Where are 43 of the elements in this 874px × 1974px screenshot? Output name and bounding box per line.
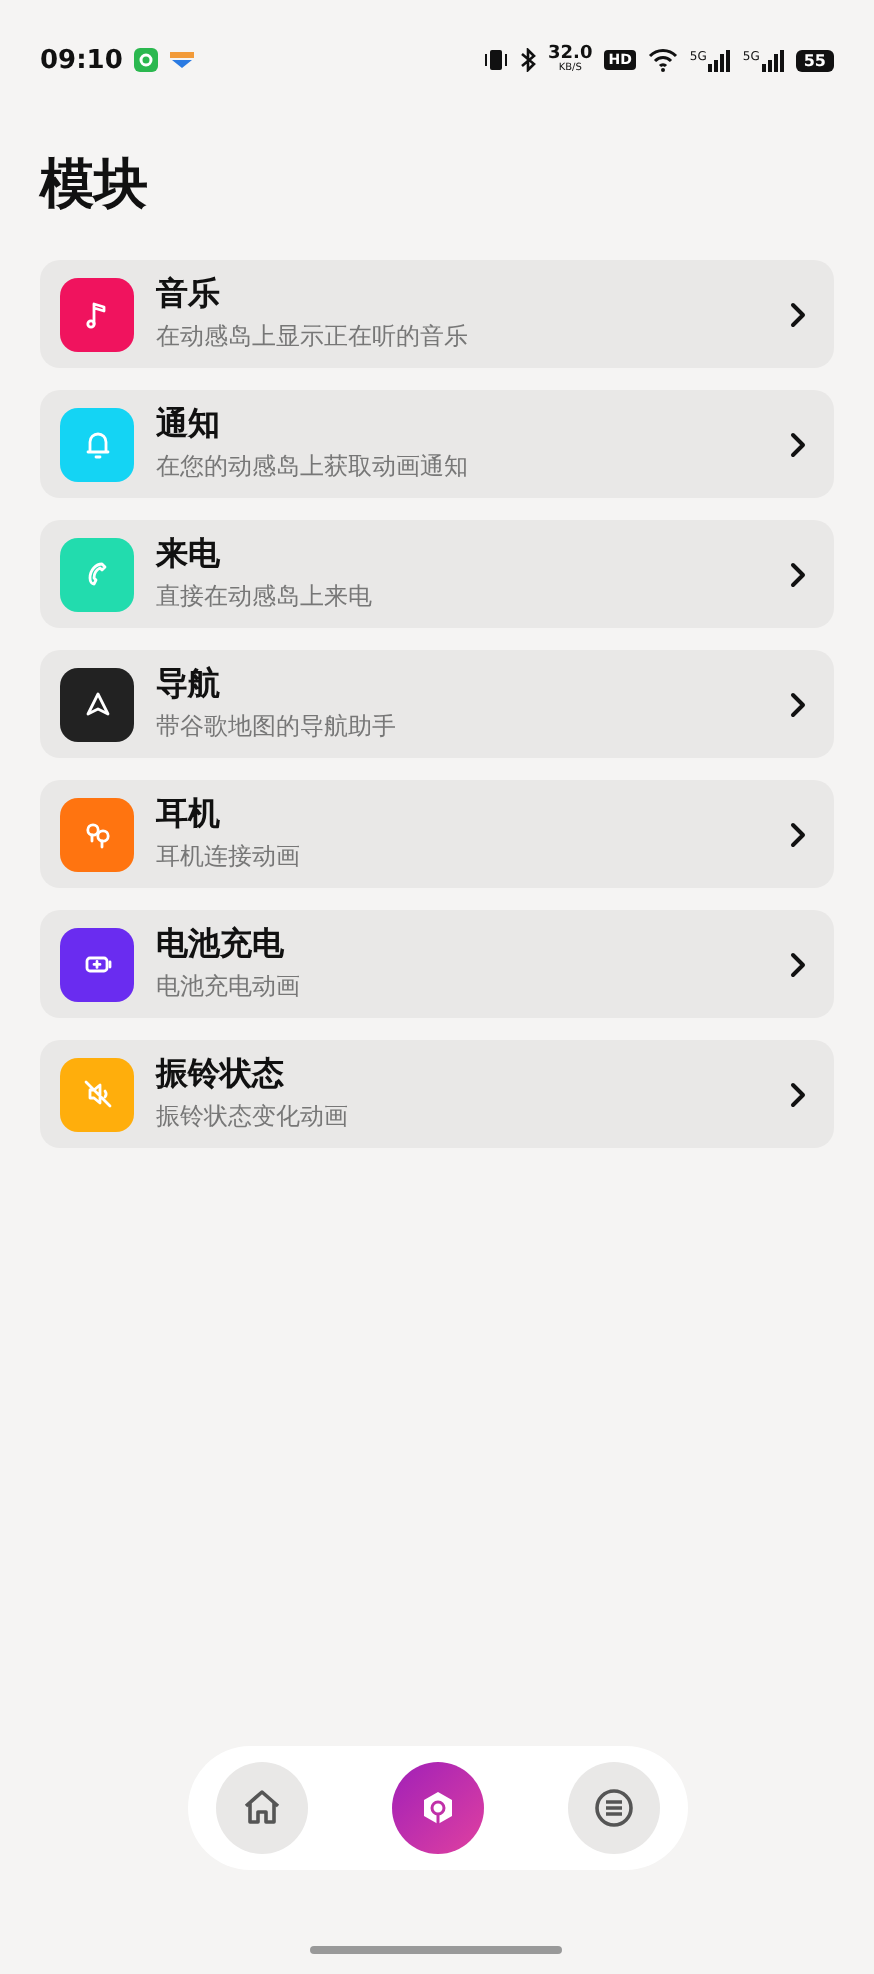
chevron-right-icon bbox=[790, 951, 806, 977]
network-speed: 32.0 bbox=[548, 46, 593, 64]
module-card[interactable]: 振铃状态 振铃状态变化动画 bbox=[40, 1040, 834, 1148]
module-description: 振铃状态变化动画 bbox=[156, 1100, 350, 1134]
clock: 09:10 bbox=[40, 45, 123, 75]
module-title: 音乐 bbox=[156, 274, 222, 316]
module-title: 导航 bbox=[156, 664, 222, 706]
module-card[interactable]: 音乐 在动感岛上显示正在听的音乐 bbox=[40, 260, 834, 368]
chevron-right-icon bbox=[790, 1081, 806, 1107]
module-title: 振铃状态 bbox=[156, 1054, 286, 1096]
chevron-right-icon bbox=[790, 561, 806, 587]
signal-icon bbox=[761, 49, 784, 71]
nav-button[interactable] bbox=[215, 1762, 307, 1854]
page-title: 模块 bbox=[40, 152, 150, 220]
menu-icon bbox=[589, 1784, 637, 1832]
module-description: 耳机连接动画 bbox=[156, 840, 302, 874]
chevron-right-icon bbox=[790, 821, 806, 847]
chevron-right-icon bbox=[790, 691, 806, 717]
app-notification-icon bbox=[134, 48, 159, 72]
module-description: 在您的动感岛上获取动画通知 bbox=[156, 450, 470, 484]
module-card[interactable]: 通知 在您的动感岛上获取动画通知 bbox=[40, 390, 834, 498]
battery-level: 55 bbox=[795, 49, 834, 71]
wifi-icon bbox=[647, 48, 678, 72]
module-card[interactable]: 导航 带谷歌地图的导航助手 bbox=[40, 650, 834, 758]
module-title: 耳机 bbox=[156, 794, 222, 836]
bluetooth-icon bbox=[520, 48, 537, 72]
vibrate-icon bbox=[484, 48, 509, 72]
app-notification-icon bbox=[170, 52, 195, 68]
module-card[interactable]: 耳机 耳机连接动画 bbox=[40, 780, 834, 888]
module-title: 电池充电 bbox=[156, 924, 286, 966]
module-description: 电池充电动画 bbox=[156, 970, 302, 1004]
module-title: 通知 bbox=[156, 404, 222, 446]
signal-icon bbox=[708, 49, 731, 71]
chevron-right-icon bbox=[790, 301, 806, 327]
module-card[interactable]: 电池充电 电池充电动画 bbox=[40, 910, 834, 1018]
module-title: 来电 bbox=[156, 534, 222, 576]
chevron-right-icon bbox=[790, 431, 806, 457]
nav-button[interactable] bbox=[567, 1762, 659, 1854]
module-description: 带谷歌地图的导航助手 bbox=[156, 710, 398, 744]
module-description: 在动感岛上显示正在听的音乐 bbox=[156, 320, 470, 354]
module-card[interactable]: 来电 直接在动感岛上来电 bbox=[40, 520, 834, 628]
nav-button[interactable] bbox=[391, 1762, 483, 1854]
module-description: 直接在动感岛上来电 bbox=[156, 580, 374, 614]
